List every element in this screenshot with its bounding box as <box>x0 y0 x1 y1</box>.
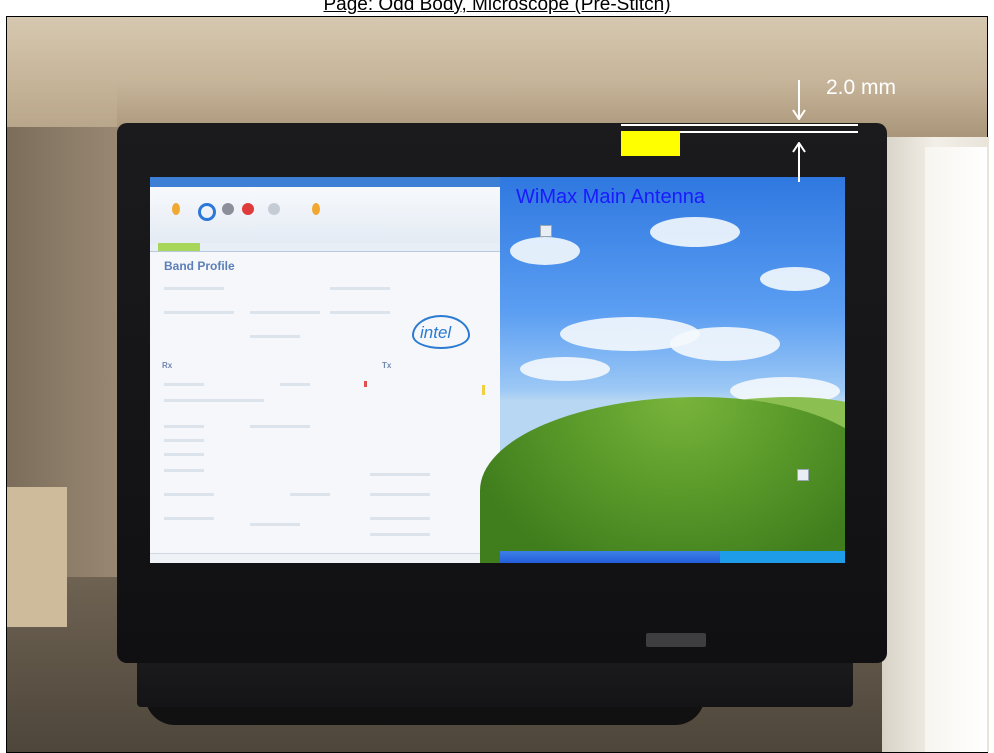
ribbon-connect-icon <box>172 203 180 215</box>
green-hill <box>480 397 845 563</box>
dimension-label: 2.0 mm <box>826 76 897 99</box>
yellow-marker <box>482 385 485 395</box>
desktop-wallpaper <box>480 177 845 563</box>
cloud <box>650 217 740 247</box>
antenna-label: WiMax Main Antenna <box>516 186 705 208</box>
intel-logo-text: intel <box>420 323 452 342</box>
app-heading: Band Profile <box>164 259 235 273</box>
ribbon-tool-icon <box>268 203 280 215</box>
arrow-up-icon <box>792 142 806 182</box>
field-row <box>280 383 310 386</box>
field-row <box>250 335 300 338</box>
field-row <box>370 517 430 520</box>
field-row <box>370 533 430 536</box>
field-row <box>164 383 204 386</box>
monitor-screen: Band Profile intel Rx Tx <box>150 177 845 563</box>
marker-line-upper <box>621 124 858 126</box>
rx-label: Rx <box>162 361 173 370</box>
field-row <box>164 453 204 456</box>
cloud <box>510 237 580 265</box>
field-row <box>164 399 264 402</box>
right-pillar <box>925 147 987 752</box>
field-row <box>290 493 330 496</box>
ribbon-close-icon <box>242 203 254 215</box>
tx-label: Tx <box>382 361 392 370</box>
cloud <box>670 327 780 361</box>
field-row <box>164 425 204 428</box>
field-row <box>330 287 390 290</box>
box-left <box>7 487 67 627</box>
system-tray <box>720 551 845 563</box>
app-tab-active <box>158 243 200 251</box>
field-row <box>250 523 300 526</box>
app-tabs <box>150 243 500 252</box>
recycle-bin-icon <box>797 469 809 481</box>
cloud <box>520 357 610 381</box>
page-title: Page: Odd Body, Microscope (Pre-Stitch) <box>323 0 671 15</box>
field-row <box>250 425 310 428</box>
red-marker <box>364 381 367 387</box>
field-row <box>370 473 430 476</box>
field-row <box>164 493 214 496</box>
ribbon-stop-icon <box>222 203 234 215</box>
app-titlebar <box>150 177 500 187</box>
field-row <box>250 311 320 314</box>
app-window: Band Profile intel Rx Tx <box>150 177 500 563</box>
field-row <box>370 493 430 496</box>
arrow-down-icon <box>792 80 806 120</box>
field-row <box>164 311 234 314</box>
ribbon-settings-icon <box>312 203 320 215</box>
field-row <box>164 469 204 472</box>
field-row <box>164 517 214 520</box>
field-row <box>164 439 204 442</box>
cloud <box>760 267 830 291</box>
app-ribbon <box>150 187 500 244</box>
field-row <box>164 287 224 290</box>
field-row <box>330 311 390 314</box>
my-computer-icon <box>540 225 552 237</box>
app-status-bar <box>150 553 500 563</box>
antenna-highlight <box>621 131 680 156</box>
monitor-badge <box>646 633 706 647</box>
ribbon-refresh-icon <box>198 203 216 221</box>
